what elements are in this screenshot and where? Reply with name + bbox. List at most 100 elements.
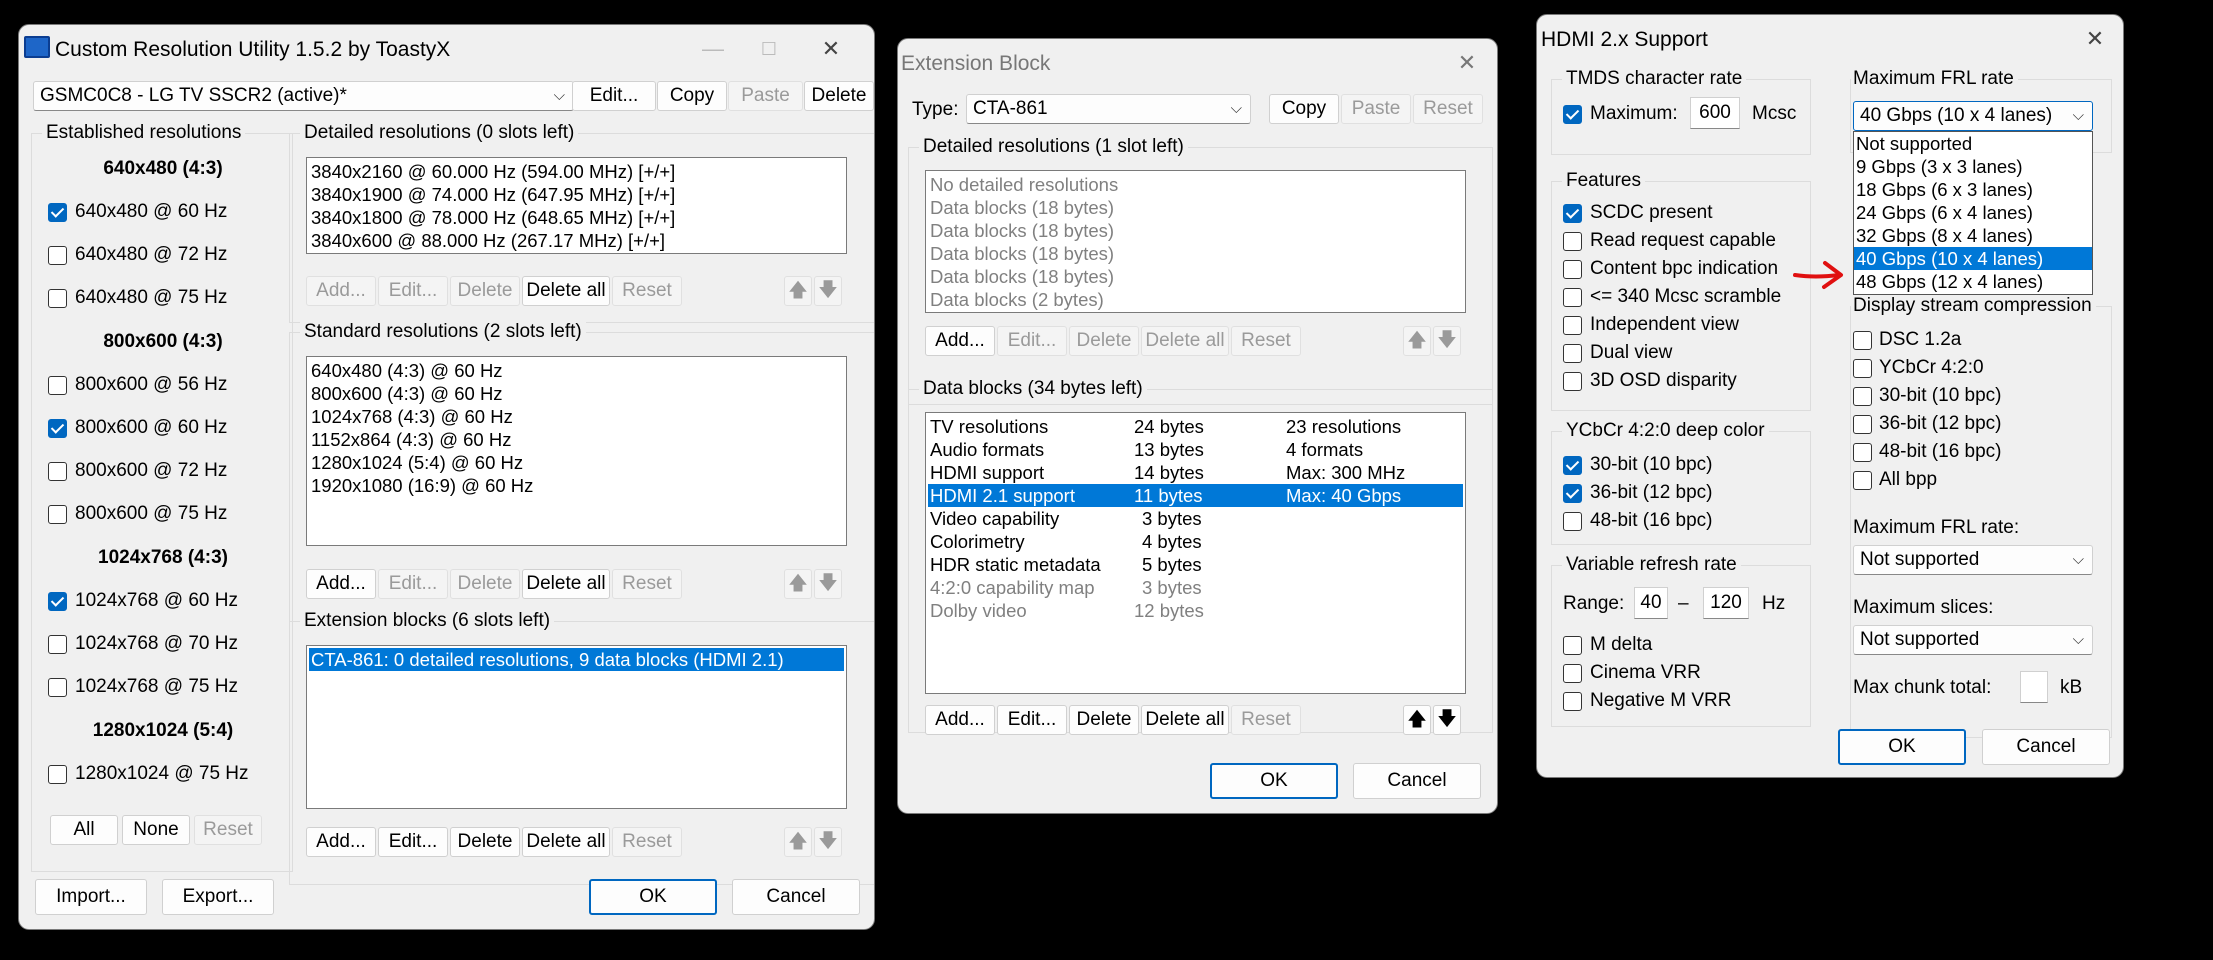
list-item[interactable]: Data blocks (18 bytes) <box>928 265 1463 288</box>
table-row[interactable]: Audio formats 13 bytes 4 formats <box>928 438 1463 461</box>
arrow-down-icon[interactable]: 🡇 <box>1433 326 1461 356</box>
est-checkbox[interactable] <box>48 376 67 395</box>
arrow-down-icon[interactable]: 🡇 <box>1433 705 1461 735</box>
table-row[interactable]: Colorimetry 4 bytes <box>928 530 1463 553</box>
dropdown-option[interactable]: 48 Gbps (12 x 4 lanes) <box>1854 270 2092 293</box>
est-checkbox[interactable] <box>48 203 67 222</box>
dropdown-option[interactable]: 9 Gbps (3 x 3 lanes) <box>1854 155 2092 178</box>
dsc-checkbox[interactable] <box>1853 443 1872 462</box>
standard-delete-button[interactable]: Delete <box>450 569 520 599</box>
est-checkbox[interactable] <box>48 289 67 308</box>
dsc-checkbox[interactable] <box>1853 415 1872 434</box>
arrow-down-icon[interactable]: 🡇 <box>814 569 842 599</box>
close-icon[interactable]: ✕ <box>1449 47 1485 79</box>
feature-checkbox[interactable] <box>1563 344 1582 363</box>
dropdown-option[interactable]: 24 Gbps (6 x 4 lanes) <box>1854 201 2092 224</box>
detailed-list[interactable]: 3840x2160 @ 60.000 Hz (594.00 MHz) [+/+]… <box>306 157 847 254</box>
ycbcr-checkbox[interactable] <box>1563 484 1582 503</box>
dsc-checkbox[interactable] <box>1853 331 1872 350</box>
ext-detailed-add-button[interactable]: Add... <box>925 326 995 356</box>
export-button[interactable]: Export... <box>162 879 274 915</box>
table-row[interactable]: TV resolutions 24 bytes 23 resolutions <box>928 415 1463 438</box>
close-icon[interactable]: ✕ <box>813 33 849 65</box>
feature-checkbox[interactable] <box>1563 316 1582 335</box>
arrow-up-icon[interactable]: 🡅 <box>784 827 812 857</box>
dropdown-option-highlighted[interactable]: 40 Gbps (10 x 4 lanes) <box>1854 247 2092 270</box>
arrow-down-icon[interactable]: 🡇 <box>814 827 842 857</box>
list-item[interactable]: Data blocks (18 bytes) <box>928 196 1463 219</box>
standard-reset-button[interactable]: Reset <box>612 569 682 599</box>
vrr-checkbox[interactable] <box>1563 692 1582 711</box>
table-row[interactable]: Dolby video 12 bytes <box>928 599 1463 622</box>
ext-titlebar[interactable]: Extension Block ✕ <box>898 39 1497 89</box>
list-item[interactable]: 1024x768 (4:3) @ 60 Hz <box>309 405 844 428</box>
edit-monitor-button[interactable]: Edit... <box>572 81 656 111</box>
tmds-max-checkbox[interactable] <box>1563 105 1582 124</box>
extension-reset-button[interactable]: Reset <box>612 827 682 857</box>
list-item[interactable]: CTA-861: 0 detailed resolutions, 9 data … <box>309 648 844 671</box>
dsc-checkbox[interactable] <box>1853 471 1872 490</box>
est-checkbox[interactable] <box>48 419 67 438</box>
est-checkbox[interactable] <box>48 635 67 654</box>
detailed-add-button[interactable]: Add... <box>306 276 376 306</box>
frl-dropdown-list[interactable]: Not supported 9 Gbps (3 x 3 lanes) 18 Gb… <box>1853 131 2093 295</box>
arrow-up-icon[interactable]: 🡅 <box>1403 326 1431 356</box>
ext-detailed-reset-button[interactable]: Reset <box>1231 326 1301 356</box>
feature-checkbox[interactable] <box>1563 232 1582 251</box>
monitor-select[interactable]: GSMC0C8 - LG TV SSCR2 (active)* ⌵ <box>33 81 574 111</box>
ext-detailed-edit-button[interactable]: Edit... <box>997 326 1067 356</box>
hdmi-ok-button[interactable]: OK <box>1838 729 1966 765</box>
list-item[interactable]: Data blocks (18 bytes) <box>928 219 1463 242</box>
est-checkbox[interactable] <box>48 592 67 611</box>
import-button[interactable]: Import... <box>35 879 147 915</box>
list-item[interactable]: 3840x1900 @ 74.000 Hz (647.95 MHz) [+/+] <box>309 183 844 206</box>
est-checkbox[interactable] <box>48 505 67 524</box>
ext-cancel-button[interactable]: Cancel <box>1353 763 1481 799</box>
detailed-delete-button[interactable]: Delete <box>450 276 520 306</box>
vrr-min-input[interactable]: 40 <box>1634 587 1668 619</box>
standard-add-button[interactable]: Add... <box>306 569 376 599</box>
copy-monitor-button[interactable]: Copy <box>657 81 727 111</box>
type-copy-button[interactable]: Copy <box>1269 94 1339 124</box>
dsc-checkbox[interactable] <box>1853 387 1872 406</box>
est-checkbox[interactable] <box>48 765 67 784</box>
list-item[interactable]: 1152x864 (4:3) @ 60 Hz <box>309 428 844 451</box>
datablocks-reset-button[interactable]: Reset <box>1231 705 1301 735</box>
datablocks-edit-button[interactable]: Edit... <box>997 705 1067 735</box>
frl-select[interactable]: 40 Gbps (10 x 4 lanes) ⌵ <box>1853 101 2093 131</box>
arrow-up-icon[interactable]: 🡅 <box>784 276 812 306</box>
ext-ok-button[interactable]: OK <box>1210 763 1338 799</box>
feature-checkbox[interactable] <box>1563 288 1582 307</box>
extension-list[interactable]: CTA-861: 0 detailed resolutions, 9 data … <box>306 645 847 809</box>
list-item[interactable]: 3840x600 @ 88.000 Hz (267.17 MHz) [+/+] <box>309 229 844 252</box>
paste-monitor-button[interactable]: Paste <box>728 81 803 111</box>
list-item[interactable]: 3840x1800 @ 78.000 Hz (648.65 MHz) [+/+] <box>309 206 844 229</box>
type-reset-button[interactable]: Reset <box>1413 94 1483 124</box>
arrow-down-icon[interactable]: 🡇 <box>814 276 842 306</box>
detailed-reset-button[interactable]: Reset <box>612 276 682 306</box>
delete-monitor-button[interactable]: Delete <box>804 81 874 111</box>
ext-detailed-delete-all-button[interactable]: Delete all <box>1141 326 1229 356</box>
extension-delete-all-button[interactable]: Delete all <box>522 827 610 857</box>
table-row[interactable]: Video capability 3 bytes <box>928 507 1463 530</box>
table-row[interactable]: 4:2:0 capability map 3 bytes <box>928 576 1463 599</box>
arrow-up-icon[interactable]: 🡅 <box>1403 705 1431 735</box>
tmds-max-input[interactable]: 600 <box>1690 97 1740 129</box>
cancel-button[interactable]: Cancel <box>732 879 860 915</box>
dsc-chunk-input[interactable] <box>2020 671 2048 703</box>
feature-checkbox[interactable] <box>1563 372 1582 391</box>
list-item[interactable]: 3840x2160 @ 60.000 Hz (594.00 MHz) [+/+] <box>309 160 844 183</box>
est-checkbox[interactable] <box>48 246 67 265</box>
datablocks-list[interactable]: TV resolutions 24 bytes 23 resolutions Aud… <box>925 412 1466 694</box>
maximize-icon[interactable]: ☐ <box>751 33 787 65</box>
ok-button[interactable]: OK <box>589 879 717 915</box>
list-item[interactable]: 1920x1080 (16:9) @ 60 Hz <box>309 474 844 497</box>
standard-list[interactable]: 640x480 (4:3) @ 60 Hz 800x600 (4:3) @ 60… <box>306 356 847 546</box>
ycbcr-checkbox[interactable] <box>1563 456 1582 475</box>
extension-edit-button[interactable]: Edit... <box>378 827 448 857</box>
table-row[interactable]: HDMI 2.1 support 11 bytes Max: 40 Gbps <box>928 484 1463 507</box>
minimize-icon[interactable]: — <box>695 33 731 65</box>
close-icon[interactable]: ✕ <box>2077 23 2113 55</box>
datablocks-add-button[interactable]: Add... <box>925 705 995 735</box>
standard-delete-all-button[interactable]: Delete all <box>522 569 610 599</box>
